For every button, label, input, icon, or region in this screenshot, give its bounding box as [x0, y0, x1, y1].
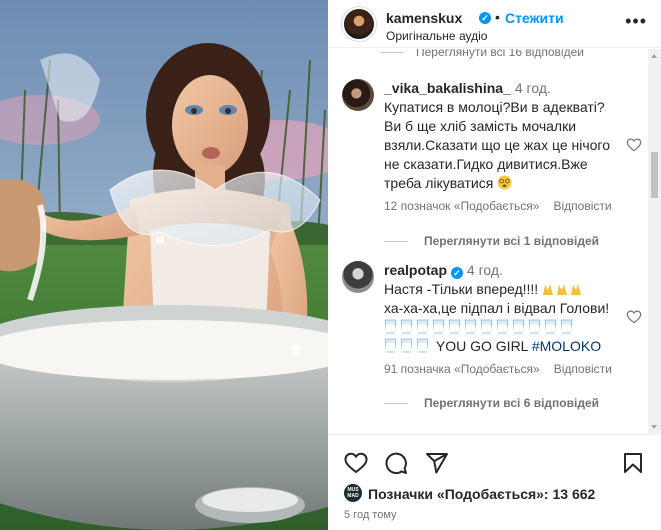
milk-glass-icon-row [384, 319, 576, 335]
view-replies-button[interactable]: Переглянути всі 1 відповідей [384, 234, 599, 248]
comments-list[interactable]: Переглянути всі 16 відповідей _vika_baka… [328, 49, 648, 434]
raising-hands-icon [543, 284, 582, 295]
view-replies-label: Переглянути всі 6 відповідей [424, 396, 599, 410]
follow-button[interactable]: Стежити [505, 10, 564, 26]
view-replies-partial-label: Переглянути всі 16 відповідей [416, 49, 584, 59]
likes-count[interactable]: Позначки «Подобається»: 13 662 [368, 486, 595, 502]
more-options-icon[interactable]: ••• [625, 12, 647, 30]
milk-glass-icon [464, 319, 477, 334]
milk-glass-icon [480, 319, 493, 334]
reply-button[interactable]: Відповісти [554, 362, 612, 376]
commenter-avatar[interactable] [342, 79, 374, 111]
comment-text-tail: YOU GO GIRL [435, 338, 528, 354]
view-replies-label: Переглянути всі 1 відповідей [424, 234, 599, 248]
replies-divider [384, 241, 408, 243]
milk-glass-icon [496, 319, 509, 334]
milk-glass-icon [400, 338, 413, 353]
milk-glass-icon [560, 319, 573, 334]
face-with-spiral-eyes-icon [497, 175, 512, 190]
commenter-username[interactable]: _vika_bakalishina_ [384, 80, 511, 96]
milk-glass-icon [528, 319, 541, 334]
comment-body: realpotap ✓ 4 год. Настя -Тільки вперед!!… [384, 261, 624, 356]
milk-glass-icon [512, 319, 525, 334]
comment-body: _vika_bakalishina_ 4 год. Купатися в моло… [384, 79, 616, 193]
comments-scrollbar[interactable] [648, 49, 661, 434]
commenter-avatar[interactable] [342, 261, 374, 293]
author-avatar[interactable] [342, 7, 376, 41]
reply-button[interactable]: Відповісти [553, 199, 611, 213]
comment-item: realpotap ✓ 4 год. Настя -Тільки вперед!!… [342, 261, 642, 431]
comment-likes-count[interactable]: 12 позначок «Подобається» [384, 199, 539, 213]
comment-bubble-icon[interactable] [384, 451, 408, 475]
post-time-ago[interactable]: 5 год тому [344, 509, 397, 521]
share-send-icon[interactable] [425, 451, 449, 475]
like-heart-icon[interactable] [344, 451, 368, 475]
view-replies-partial[interactable]: Переглянути всі 16 відповідей [380, 49, 584, 60]
milk-glass-icon [544, 319, 557, 334]
comment-item: _vika_bakalishina_ 4 год. Купатися в моло… [342, 79, 642, 269]
author-username[interactable]: kamenskux [386, 10, 462, 26]
scrollbar-thumb[interactable] [651, 152, 658, 198]
like-comment-heart-icon[interactable] [626, 137, 642, 153]
milk-glass-icon [416, 319, 429, 334]
milk-glass-icon [416, 338, 429, 353]
comment-text-line2: ха-ха-ха,це підпал і відвал Голови! [384, 300, 610, 316]
post-photo [0, 0, 328, 530]
milk-glass-icon [448, 319, 461, 334]
separator-dot: • [495, 9, 500, 25]
comment-text-line1: Настя -Тільки вперед!!!! [384, 281, 539, 297]
milk-glass-icon [400, 319, 413, 334]
view-replies-button[interactable]: Переглянути всі 6 відповідей [384, 396, 599, 410]
like-comment-heart-icon[interactable] [626, 309, 642, 325]
post-header: kamenskux ✓ • Стежити Оригінальне аудіо … [328, 0, 661, 48]
audio-link[interactable]: Оригінальне аудіо [386, 29, 487, 43]
comment-time[interactable]: 4 год. [467, 262, 503, 278]
comment-meta: 12 позначок «Подобається» Відповісти [384, 199, 626, 213]
milk-glass-icon [384, 319, 397, 334]
post-details-panel: kamenskux ✓ • Стежити Оригінальне аудіо … [328, 0, 661, 530]
scroll-up-arrow-icon[interactable] [651, 54, 657, 58]
post-actions: MUS MAD Позначки «Подобається»: 13 662 5… [328, 434, 661, 530]
post-media-image[interactable] [0, 0, 328, 530]
milk-glass-icon [384, 338, 397, 353]
hashtag-link[interactable]: #MOLOKO [532, 338, 601, 354]
liker-avatar[interactable]: MUS MAD [344, 484, 362, 502]
save-bookmark-icon[interactable] [621, 451, 645, 475]
milk-glass-icon [432, 319, 445, 334]
commenter-username[interactable]: realpotap [384, 262, 447, 278]
scroll-down-arrow-icon[interactable] [651, 425, 657, 429]
comment-likes-count[interactable]: 91 позначка «Подобається» [384, 362, 540, 376]
comment-meta: 91 позначка «Подобається» Відповісти [384, 362, 626, 376]
comment-time[interactable]: 4 год. [515, 80, 551, 96]
verified-badge-icon: ✓ [450, 267, 463, 279]
verified-badge-icon: ✓ [479, 12, 491, 24]
replies-divider [380, 52, 404, 54]
replies-divider [384, 403, 408, 405]
